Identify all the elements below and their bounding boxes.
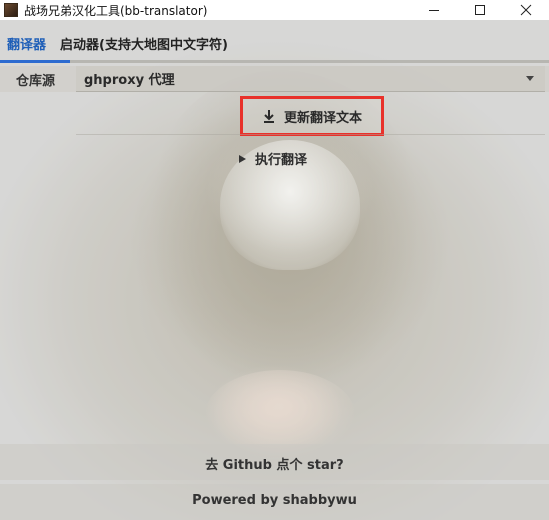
- repo-select[interactable]: ghproxy 代理: [76, 66, 545, 92]
- window-controls: [411, 0, 549, 20]
- active-tab-indicator: [0, 60, 70, 63]
- app-icon: [4, 3, 18, 17]
- title-bar: 战场兄弟汉化工具(bb-translator): [0, 0, 549, 20]
- github-star-link[interactable]: 去 Github 点个 star?: [0, 454, 549, 473]
- maximize-icon: [475, 5, 485, 15]
- execute-translation-toggle[interactable]: 执行翻译: [238, 149, 307, 168]
- tab-bar: 翻译器 启动器(支持大地图中文字符): [0, 28, 235, 62]
- repo-selected-value: ghproxy 代理: [84, 73, 175, 88]
- download-icon: [263, 110, 274, 123]
- powered-by-text: Powered by shabbywu: [192, 493, 357, 508]
- update-translation-button[interactable]: 更新翻译文本: [243, 99, 381, 133]
- minimize-icon: [429, 10, 439, 11]
- tab-strip: [70, 60, 549, 63]
- window-title: 战场兄弟汉化工具(bb-translator): [24, 3, 208, 18]
- chevron-down-icon: [526, 76, 534, 81]
- close-icon: [520, 4, 532, 16]
- execute-translation-label: 执行翻译: [255, 153, 308, 168]
- divider: [76, 134, 545, 135]
- close-button[interactable]: [503, 0, 549, 20]
- caret-right-icon: [239, 154, 246, 163]
- update-translation-label: 更新翻译文本: [283, 110, 362, 126]
- tab-launcher[interactable]: 启动器(支持大地图中文字符): [53, 28, 235, 58]
- repo-label: 仓库源: [16, 74, 56, 89]
- tab-translator[interactable]: 翻译器: [0, 28, 53, 58]
- maximize-button[interactable]: [457, 0, 503, 20]
- minimize-button[interactable]: [411, 0, 457, 20]
